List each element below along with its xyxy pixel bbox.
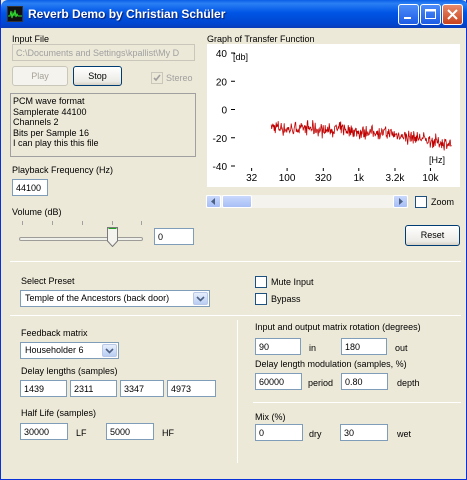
preset-divider <box>10 315 461 316</box>
y-tick-label: 0 <box>221 106 227 117</box>
window-title: Reverb Demo by Christian Schüler <box>28 7 226 21</box>
reset-button[interactable]: Reset <box>405 225 460 246</box>
file-info-line: PCM wave format <box>13 96 85 106</box>
volume-slider-track[interactable] <box>19 237 143 241</box>
bypass-checkbox[interactable] <box>255 293 267 305</box>
input-file-label: Input File <box>12 34 50 44</box>
app-waveform-icon <box>7 6 23 22</box>
y-tick-label: -20 <box>213 134 228 145</box>
volume-slider-thumb[interactable] <box>107 227 118 248</box>
preset-dropdown[interactable]: Temple of the Ancestors (back door) <box>20 290 210 307</box>
slider-tick <box>141 221 142 225</box>
half-life-hf-label: HF <box>162 428 174 438</box>
zoom-label: Zoom <box>431 197 455 207</box>
mix-dry-input[interactable]: 0 <box>255 424 303 441</box>
slider-tick <box>22 221 23 225</box>
stereo-label: Stereo <box>166 73 193 83</box>
half-life-lf-input[interactable]: 30000 <box>20 423 68 440</box>
section-divider <box>10 261 461 262</box>
x-tick-label: 1k <box>353 173 365 184</box>
feedback-matrix-label: Feedback matrix <box>21 328 88 338</box>
modulation-depth-input[interactable]: 0.80 <box>341 373 388 390</box>
play-button[interactable]: Play <box>12 66 68 86</box>
scroll-left-button[interactable] <box>206 195 221 208</box>
vertical-divider <box>237 320 238 463</box>
close-button[interactable] <box>442 4 463 25</box>
file-info-line: Channels 2 <box>13 117 59 127</box>
delay-length-input-2[interactable]: 2311 <box>70 380 117 397</box>
main-window: Reverb Demo by Christian Schüler Input F… <box>0 0 467 480</box>
input-file-path-field[interactable]: C:\Documents and Settings\kpallist\My D <box>12 44 195 61</box>
stereo-checkbox[interactable] <box>151 72 163 84</box>
x-unit-label: [Hz] <box>429 155 445 165</box>
maximize-button[interactable] <box>420 4 441 25</box>
slider-tick <box>82 221 83 225</box>
y-tick-label: 20 <box>216 77 228 88</box>
file-info-box: PCM wave format Samplerate 44100 Channel… <box>10 93 196 157</box>
chevron-down-icon[interactable] <box>102 344 117 357</box>
mix-wet-input[interactable]: 30 <box>340 424 388 441</box>
x-tick-label: 3.2k <box>386 173 406 184</box>
scrollbar-thumb[interactable] <box>222 195 252 208</box>
slider-tick <box>52 221 53 225</box>
y-tick-label: -40 <box>213 162 228 173</box>
volume-input[interactable]: 0 <box>154 228 194 245</box>
delay-length-input-1[interactable]: 1439 <box>20 380 67 397</box>
playback-frequency-input[interactable]: 44100 <box>12 179 48 196</box>
transfer-function-svg: 40 20 0 -20 -40 [db] [Hz] 32 100 320 1k 3.2k 10k <box>213 49 452 184</box>
y-tick-label: 40 <box>216 49 228 60</box>
modulation-period-input[interactable]: 60000 <box>255 373 302 390</box>
mix-divider <box>253 402 461 403</box>
x-tick-label: 10k <box>422 173 439 184</box>
file-info-line: Bits per Sample 16 <box>13 127 90 138</box>
mute-input-checkbox[interactable] <box>255 276 267 288</box>
mix-dry-label: dry <box>309 429 322 439</box>
half-life-label: Half Life (samples) <box>21 408 97 418</box>
feedback-matrix-dropdown[interactable]: Householder 6 <box>20 342 119 359</box>
delay-length-input-3[interactable]: 3347 <box>120 380 164 397</box>
half-life-lf-label: LF <box>76 428 87 438</box>
bypass-label: Bypass <box>271 294 301 304</box>
x-tick-label: 32 <box>246 173 258 184</box>
rotation-out-input[interactable]: 180 <box>341 338 387 355</box>
delay-modulation-label: Delay length modulation (samples, %) <box>255 359 407 369</box>
zoom-checkbox[interactable] <box>415 196 427 208</box>
volume-label: Volume (dB) <box>12 207 62 217</box>
feedback-matrix-value: Householder 6 <box>25 345 84 355</box>
title-bar[interactable]: Reverb Demo by Christian Schüler <box>1 0 467 28</box>
x-tick-label: 100 <box>279 173 296 184</box>
delay-lengths-label: Delay lengths (samples) <box>21 366 118 376</box>
file-info-line: Samplerate 44100 <box>13 106 87 117</box>
scroll-right-button[interactable] <box>393 195 408 208</box>
mix-wet-label: wet <box>397 429 412 439</box>
y-unit-label: [db] <box>233 52 248 62</box>
rotation-in-input[interactable]: 90 <box>255 338 301 355</box>
mute-input-label: Mute Input <box>271 277 314 287</box>
select-preset-label: Select Preset <box>21 276 75 286</box>
preset-dropdown-value: Temple of the Ancestors (back door) <box>25 293 170 303</box>
playback-frequency-label: Playback Frequency (Hz) <box>12 165 114 175</box>
modulation-period-label: period <box>308 378 334 388</box>
transfer-function-line <box>270 120 452 151</box>
slider-tick <box>112 221 113 225</box>
stop-button[interactable]: Stop <box>73 66 122 86</box>
delay-length-input-4[interactable]: 4973 <box>167 380 216 397</box>
chevron-down-icon[interactable] <box>193 292 208 305</box>
graph-scrollbar[interactable] <box>205 194 409 209</box>
graph-title: Graph of Transfer Function <box>207 34 315 44</box>
file-info-line: I can play this this file <box>13 138 99 148</box>
half-life-hf-input[interactable]: 5000 <box>106 423 154 440</box>
rotation-in-label: in <box>309 343 317 353</box>
x-tick-label: 320 <box>315 173 332 184</box>
rotation-out-label: out <box>395 343 408 353</box>
modulation-depth-label: depth <box>397 378 420 388</box>
transfer-function-graph: 40 20 0 -20 -40 [db] [Hz] 32 100 320 1k 3.2k 10k <box>207 44 460 187</box>
mix-label: Mix (%) <box>255 412 286 422</box>
matrix-rotation-label: Input and output matrix rotation (degree… <box>255 322 421 332</box>
minimize-button[interactable] <box>398 4 419 25</box>
